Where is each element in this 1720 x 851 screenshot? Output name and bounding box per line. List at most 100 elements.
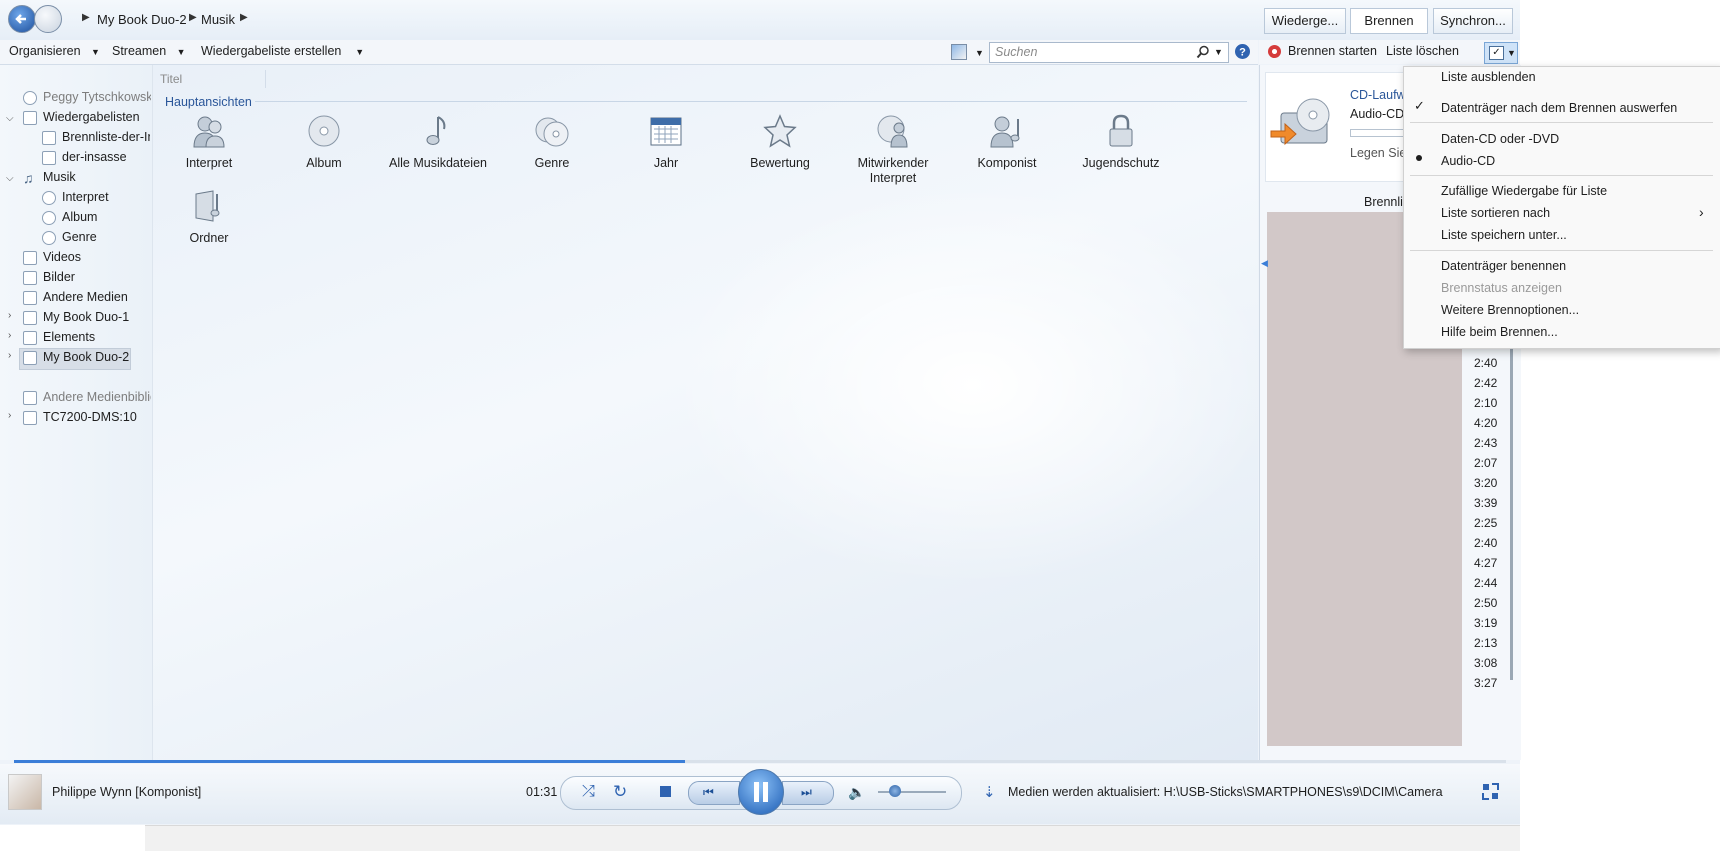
menu-item-save-list[interactable]: Liste speichern unter... [1441, 228, 1567, 242]
nav-user[interactable]: Peggy Tytschkowski [43, 90, 151, 104]
folder-icon [195, 190, 220, 222]
chevron-down-icon[interactable]: ▼ [1214, 47, 1223, 57]
nav-music-artist[interactable]: Interpret [62, 190, 109, 204]
breadcrumb-separator-icon: ▶ [82, 12, 90, 23]
burn-options-button[interactable]: ✓ ▼ [1484, 42, 1518, 64]
tile-year[interactable]: Jahr [616, 113, 716, 170]
help-icon[interactable]: ? [1234, 43, 1251, 60]
menu-item-more-burn-options[interactable]: Weitere Brennoptionen... [1441, 303, 1579, 317]
nav-other-libraries[interactable]: Andere Medienbiblic [43, 390, 151, 404]
pause-icon [754, 782, 759, 802]
back-button[interactable] [8, 5, 36, 33]
volume-icon[interactable]: 🔈 [848, 784, 865, 801]
search-icon[interactable] [1196, 45, 1210, 59]
start-burn-button[interactable]: Brennen starten [1288, 44, 1377, 58]
nav-playlists[interactable]: Wiedergabelisten [43, 110, 140, 124]
pause-button[interactable] [738, 769, 784, 815]
collapse-pane-icon[interactable]: ◀ [1261, 258, 1268, 269]
chevron-down-icon[interactable]: ▼ [975, 48, 984, 58]
collapse-arrow-icon[interactable]: ⌵ [6, 113, 14, 124]
breadcrumb-separator-icon: ▶ [240, 12, 248, 23]
lock-icon [1109, 114, 1133, 147]
tile-all-music[interactable]: Alle Musikdateien [388, 113, 488, 170]
tab-burn[interactable]: Brennen [1350, 8, 1428, 34]
artist-icon [193, 116, 225, 148]
tab-sync[interactable]: Synchron... [1433, 8, 1513, 34]
tile-label: Jugendschutz [1082, 156, 1160, 170]
contributing-artist-icon [877, 115, 908, 148]
shuffle-icon[interactable]: ⤮ [582, 783, 595, 801]
star-icon [763, 114, 797, 148]
drive-icon [23, 311, 37, 325]
nav-server[interactable]: TC7200-DMS:10 [43, 410, 137, 424]
nav-music-album[interactable]: Album [62, 210, 97, 224]
cd-drive-title[interactable]: CD-Laufw [1350, 88, 1406, 102]
nav-playlist-item[interactable]: Brennliste-der-In [62, 130, 150, 144]
track-duration: 2:50 [1474, 596, 1498, 610]
track-duration: 3:27 [1474, 676, 1498, 690]
menu-item-name-disc[interactable]: Datenträger benennen [1441, 259, 1566, 273]
expand-arrow-icon[interactable]: › [8, 410, 11, 421]
volume-slider-thumb[interactable] [889, 785, 901, 797]
nav-device[interactable]: My Book Duo-1 [43, 310, 129, 324]
tile-label: Album [306, 156, 342, 170]
tile-genre[interactable]: Genre [502, 113, 602, 170]
nav-videos[interactable]: Videos [43, 250, 81, 264]
status-activity-icon: ⇣ [983, 784, 996, 801]
expand-arrow-icon[interactable]: › [8, 310, 11, 321]
library-icon [23, 391, 37, 405]
tile-folder[interactable]: Ordner [159, 188, 259, 245]
video-icon [23, 251, 37, 265]
tile-album[interactable]: Album [274, 113, 374, 170]
tile-contributing-artist[interactable]: Mitwirkender Interpret [843, 113, 943, 186]
nav-pictures[interactable]: Bilder [43, 270, 75, 284]
menu-item-sort-list[interactable]: Liste sortieren nach [1441, 206, 1550, 220]
menu-item-eject-after-burn[interactable]: Datenträger nach dem Brennen auswerfen [1441, 101, 1677, 115]
nav-playlist-item[interactable]: der-insasse [62, 150, 127, 164]
stop-icon[interactable] [660, 786, 671, 797]
expand-arrow-icon[interactable]: › [8, 330, 11, 341]
playlist-icon [42, 151, 56, 165]
album-art-thumbnail[interactable] [8, 774, 42, 810]
breadcrumb-item[interactable]: My Book Duo-2 [97, 12, 187, 27]
expand-arrow-icon[interactable]: › [8, 350, 11, 361]
nav-music-genre[interactable]: Genre [62, 230, 97, 244]
tab-playback[interactable]: Wiederge... [1264, 8, 1346, 34]
disc-capacity-bar [1350, 129, 1408, 137]
nav-device[interactable]: Elements [43, 330, 95, 344]
next-button[interactable]: ⏭ [782, 781, 834, 805]
previous-button[interactable]: ⏮ [688, 781, 740, 805]
nav-other-media[interactable]: Andere Medien [43, 290, 128, 304]
menu-item-hide-list[interactable]: Liste ausblenden [1441, 70, 1536, 84]
nav-device[interactable]: My Book Duo-2 [43, 350, 129, 364]
menu-item-shuffle-list[interactable]: Zufällige Wiedergabe für Liste [1441, 184, 1607, 198]
nav-music[interactable]: Musik [43, 170, 76, 184]
organize-menu[interactable]: Organisieren ▼ [9, 44, 100, 58]
switch-to-now-playing-icon[interactable] [1482, 783, 1499, 800]
menu-separator [1410, 250, 1713, 251]
tile-rating[interactable]: Bewertung [730, 113, 830, 170]
repeat-icon[interactable]: ↻ [613, 782, 627, 802]
clear-list-button[interactable]: Liste löschen [1386, 44, 1459, 58]
menu-item-burn-help[interactable]: Hilfe beim Brennen... [1441, 325, 1558, 339]
breadcrumb-item[interactable]: Musik [201, 12, 235, 27]
menu-item-data-disc[interactable]: Daten-CD oder -DVD [1441, 132, 1559, 146]
stream-menu[interactable]: Streamen ▼ [112, 44, 186, 58]
chevron-down-icon: ▼ [1507, 48, 1516, 58]
forward-button[interactable] [34, 5, 62, 33]
tile-parental-rating[interactable]: Jugendschutz [1071, 113, 1171, 170]
column-header-label: Titel [160, 72, 183, 86]
tile-artist[interactable]: Interpret [159, 113, 259, 170]
collapse-arrow-icon[interactable]: ⌵ [6, 173, 14, 184]
disc-type-label: Audio-CD [1350, 107, 1405, 121]
column-header-title[interactable]: Titel [153, 70, 266, 88]
view-options-icon[interactable] [951, 44, 967, 60]
tile-composer[interactable]: Komponist [957, 113, 1057, 170]
search-input[interactable]: Suchen ▼ [989, 42, 1229, 63]
organize-label: Organisieren [9, 44, 81, 58]
menu-item-audio-cd[interactable]: Audio-CD [1441, 154, 1495, 168]
create-playlist-menu[interactable]: Wiedergabeliste erstellen ▼ [201, 44, 364, 58]
previous-icon: ⏮ [703, 785, 714, 799]
track-duration: 2:43 [1474, 436, 1498, 450]
checkmark-icon: ✓ [1414, 98, 1425, 113]
